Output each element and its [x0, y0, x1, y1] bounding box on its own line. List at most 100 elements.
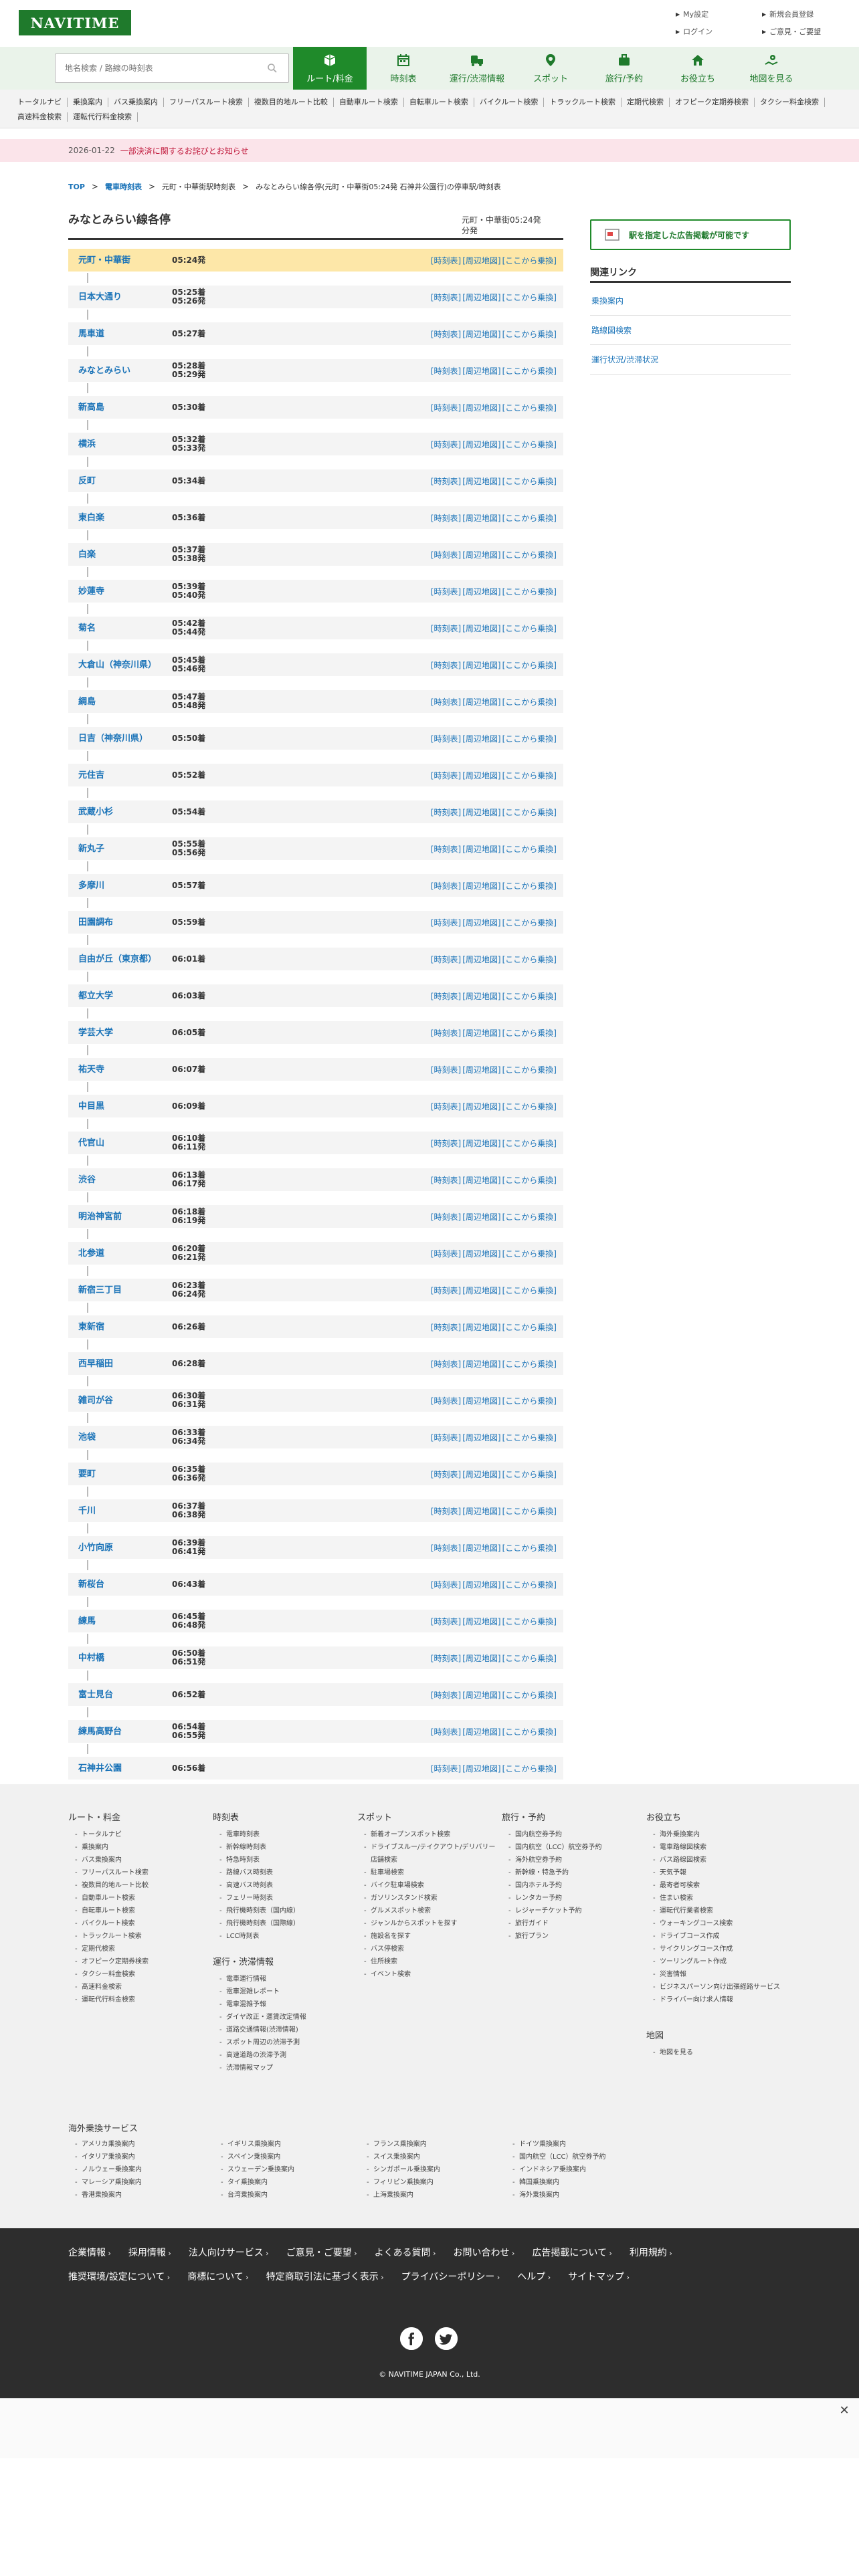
footer-link[interactable]: 渋滞情報マップ [213, 2062, 347, 2074]
footer-column-heading[interactable]: 運行・渋滞情報 [213, 1957, 347, 1969]
transfer-link[interactable]: [ここから乗換] [502, 328, 557, 340]
footer-link[interactable]: フリーパスルート検索 [68, 1866, 202, 1879]
timetable-link[interactable]: [時刻表] [431, 1138, 461, 1149]
stop-name-link[interactable]: 中村橋 [68, 1653, 169, 1663]
overseas-link[interactable]: スイス乗換案内 [360, 2151, 506, 2163]
timetable-link[interactable]: [時刻表] [431, 586, 461, 597]
search-input[interactable] [56, 54, 256, 82]
stop-name-link[interactable]: 代官山 [68, 1138, 169, 1148]
timetable-link[interactable]: [時刻表] [431, 1101, 461, 1112]
footer-link[interactable]: レジャーチケット予約 [502, 1905, 636, 1917]
footer-link[interactable]: 高速料金検索 [68, 1981, 202, 1994]
nearby-map-link[interactable]: [周辺地図] [462, 1285, 500, 1296]
subnav-item[interactable]: 乗換案内 [68, 98, 108, 107]
overseas-link[interactable]: 国内航空（LCC）航空券予約 [506, 2151, 652, 2163]
footer-link[interactable]: 電車運行情報 [213, 1973, 347, 1985]
stop-name-link[interactable]: 東新宿 [68, 1322, 169, 1332]
footer-link[interactable]: 高速道路の渋滞予測 [213, 2049, 347, 2062]
footer-link[interactable]: 飛行機時刻表（国内線） [213, 1905, 347, 1917]
footer-link[interactable]: 複数目的地ルート比較 [68, 1879, 202, 1892]
footer-column-heading[interactable]: 地図 [646, 2030, 780, 2042]
footer-column-heading[interactable]: お役立ち [646, 1812, 793, 1824]
footer-column-heading[interactable]: ルート・料金 [68, 1812, 202, 1824]
footer-link[interactable]: バイクルート検索 [68, 1917, 202, 1930]
timetable-link[interactable]: [時刻表] [431, 1542, 461, 1553]
timetable-link[interactable]: [時刻表] [431, 292, 461, 303]
footer-link[interactable]: タクシー料金検索 [68, 1968, 202, 1981]
footer-link[interactable]: 海外航空券予約 [502, 1854, 636, 1866]
footer-link[interactable]: 高速バス時刻表 [213, 1879, 347, 1892]
stop-name-link[interactable]: 綱島 [68, 697, 169, 707]
subnav-item[interactable]: 高速料金検索 [12, 112, 68, 122]
related-link-routemap[interactable]: 路線図検索 [590, 316, 791, 345]
nav-travel[interactable]: 旅行/予約 [587, 47, 661, 90]
footer-link[interactable]: フェリー時刻表 [213, 1892, 347, 1905]
footer-link[interactable]: 路線バス時刻表 [213, 1866, 347, 1879]
stop-name-link[interactable]: 日吉（神奈川県） [68, 734, 169, 744]
overseas-link[interactable]: 台湾乗換案内 [214, 2189, 360, 2202]
footer-link[interactable]: 自転車ルート検索 [68, 1905, 202, 1917]
transfer-link[interactable]: [ここから乗換] [502, 1211, 557, 1222]
subnav-item[interactable]: タクシー料金検索 [755, 98, 826, 107]
transfer-link[interactable]: [ここから乗換] [502, 1358, 557, 1370]
nearby-map-link[interactable]: [周辺地図] [462, 1689, 500, 1701]
nearby-map-link[interactable]: [周辺地図] [462, 1432, 500, 1443]
overseas-link[interactable]: シンガポール乗換案内 [360, 2163, 506, 2176]
nav-traffic[interactable]: 運行/渋滞情報 [440, 47, 514, 90]
nearby-map-link[interactable]: [周辺地図] [462, 328, 500, 340]
nearby-map-link[interactable]: [周辺地図] [462, 402, 500, 413]
stop-name-link[interactable]: 要町 [68, 1469, 169, 1479]
timetable-link[interactable]: [時刻表] [431, 439, 461, 450]
nearby-map-link[interactable]: [周辺地図] [462, 1101, 500, 1112]
transfer-link[interactable]: [ここから乗換] [502, 439, 557, 450]
breadcrumb-top[interactable]: TOP [68, 183, 85, 191]
footer-link[interactable]: 災害情報 [646, 1968, 793, 1981]
stop-name-link[interactable]: 祐天寺 [68, 1065, 169, 1075]
timetable-link[interactable]: [時刻表] [431, 1285, 461, 1296]
my-settings-link[interactable]: ▶ My設定 [676, 8, 759, 20]
transfer-link[interactable]: [ここから乗換] [502, 365, 557, 377]
footer-column-heading[interactable]: 旅行・予約 [502, 1812, 636, 1824]
footer-dark-link[interactable]: よくある質問 [375, 2246, 436, 2259]
footer-link[interactable]: 飛行機時刻表（国際線） [213, 1917, 347, 1930]
transfer-link[interactable]: [ここから乗換] [502, 1579, 557, 1590]
twitter-icon[interactable] [435, 2327, 458, 2350]
overseas-link[interactable]: ノルウェー乗換案内 [68, 2163, 214, 2176]
timetable-link[interactable]: [時刻表] [431, 954, 461, 965]
stop-name-link[interactable]: 富士見台 [68, 1690, 169, 1700]
overseas-link[interactable]: 韓国乗換案内 [506, 2176, 652, 2189]
footer-link[interactable]: 海外乗換案内 [646, 1828, 793, 1841]
nearby-map-link[interactable]: [周辺地図] [462, 1542, 500, 1553]
transfer-link[interactable]: [ここから乗換] [502, 880, 557, 891]
overseas-link[interactable]: スペイン乗換案内 [214, 2151, 360, 2163]
transfer-link[interactable]: [ここから乗換] [502, 659, 557, 671]
stop-name-link[interactable]: 新宿三丁目 [68, 1285, 169, 1295]
timetable-link[interactable]: [時刻表] [431, 1505, 461, 1517]
footer-dark-link[interactable]: ご意見・ご要望 [286, 2246, 357, 2259]
nearby-map-link[interactable]: [周辺地図] [462, 1358, 500, 1370]
stop-name-link[interactable]: 元町・中華街 [68, 255, 169, 265]
stop-name-link[interactable]: 池袋 [68, 1432, 169, 1442]
stop-name-link[interactable]: 元住吉 [68, 770, 169, 780]
footer-dark-link[interactable]: プライバシーポリシー [401, 2270, 500, 2283]
footer-dark-link[interactable]: 企業情報 [68, 2246, 111, 2259]
transfer-link[interactable]: [ここから乗換] [502, 292, 557, 303]
transfer-link[interactable]: [ここから乗換] [502, 1027, 557, 1039]
subnav-item[interactable]: フリーパスルート検索 [164, 98, 249, 107]
stop-name-link[interactable]: 小竹向原 [68, 1543, 169, 1553]
footer-link[interactable]: ガソリンスタンド検索 [357, 1892, 498, 1905]
overseas-link[interactable]: 上海乗換案内 [360, 2189, 506, 2202]
nearby-map-link[interactable]: [周辺地図] [462, 1027, 500, 1039]
nearby-map-link[interactable]: [周辺地図] [462, 1726, 500, 1737]
footer-dark-link[interactable]: 広告掲載について [532, 2246, 612, 2259]
transfer-link[interactable]: [ここから乗換] [502, 1174, 557, 1186]
transfer-link[interactable]: [ここから乗換] [502, 586, 557, 597]
footer-dark-link[interactable]: サイトマップ [568, 2270, 630, 2283]
transfer-link[interactable]: [ここから乗換] [502, 1285, 557, 1296]
stop-name-link[interactable]: 北参道 [68, 1249, 169, 1259]
nearby-map-link[interactable]: [周辺地図] [462, 1138, 500, 1149]
footer-link[interactable]: ビジネスパーソン向け出張経路サービス [646, 1981, 793, 1994]
nearby-map-link[interactable]: [周辺地図] [462, 1469, 500, 1480]
timetable-link[interactable]: [時刻表] [431, 1395, 461, 1406]
footer-link[interactable]: ドライブコース作成 [646, 1930, 793, 1943]
